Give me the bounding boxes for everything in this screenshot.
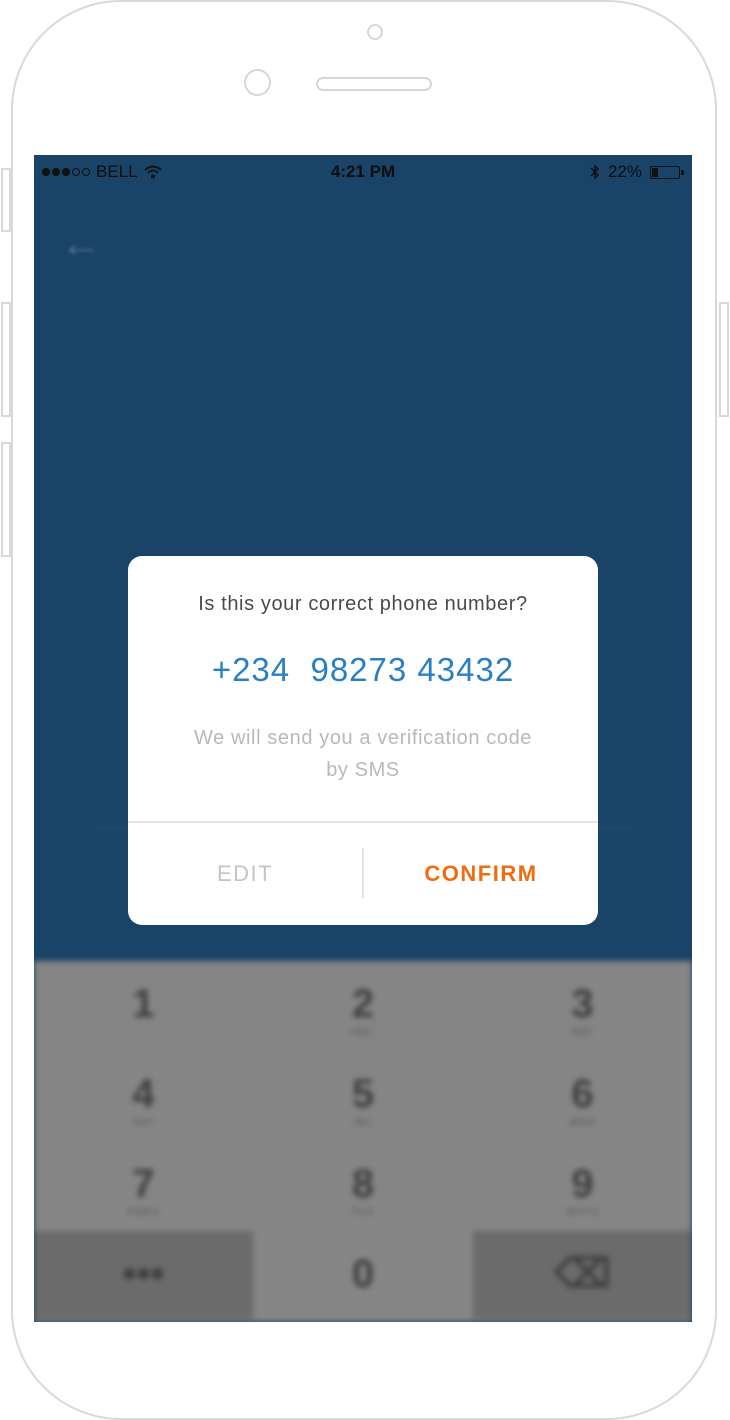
confirm-button[interactable]: CONFIRM xyxy=(364,823,598,925)
key-digit: ⌫ xyxy=(554,1252,611,1296)
keypad-key-11[interactable]: 0 xyxy=(254,1231,473,1319)
key-letters: WXYZ xyxy=(566,1207,599,1218)
key-digit: 5 xyxy=(351,1072,375,1116)
key-digit: 8 xyxy=(351,1162,375,1206)
keypad-key-8[interactable]: 8 TUV xyxy=(254,1141,473,1229)
key-digit: 7 xyxy=(132,1162,155,1206)
speaker-grille xyxy=(316,77,432,91)
dialog-question: Is this your correct phone number? xyxy=(198,593,528,615)
keypad-key-12[interactable]: ⌫ xyxy=(473,1231,692,1319)
status-right: 22% xyxy=(590,162,684,182)
volume-down-button xyxy=(1,442,11,557)
keypad-key-6[interactable]: 6 MNO xyxy=(473,1051,692,1139)
key-digit: 2 xyxy=(351,982,375,1026)
key-letters: ABC xyxy=(351,1027,375,1038)
front-sensor xyxy=(244,69,271,96)
key-letters: TUV xyxy=(351,1207,375,1218)
phone-number: +234 98273 43432 xyxy=(211,651,515,688)
keypad-key-2[interactable]: 2 ABC xyxy=(254,961,473,1049)
keypad-key-3[interactable]: 3 DEF xyxy=(473,961,692,1049)
key-digit: ••• xyxy=(122,1252,165,1296)
key-digit: 0 xyxy=(351,1252,375,1296)
bluetooth-icon xyxy=(590,164,600,180)
key-letters: JKL xyxy=(352,1117,374,1128)
key-digit: 3 xyxy=(571,982,594,1026)
key-letters: GHI xyxy=(133,1117,154,1128)
status-bar: BELL 4:21 PM 22% xyxy=(34,155,692,189)
key-digit: 6 xyxy=(571,1072,594,1116)
battery-percent: 22% xyxy=(607,162,642,181)
power-button xyxy=(719,302,729,417)
keypad-key-7[interactable]: 7 PQRS xyxy=(34,1141,253,1229)
key-letters: PQRS xyxy=(127,1207,160,1218)
battery-icon xyxy=(650,165,684,179)
mute-switch xyxy=(1,168,11,232)
key-digit: 4 xyxy=(132,1072,155,1116)
keypad-key-1[interactable]: 1 xyxy=(34,961,253,1049)
key-letters: MNO xyxy=(569,1117,596,1128)
keypad-key-10[interactable]: ••• xyxy=(34,1231,253,1319)
keypad-key-4[interactable]: 4 GHI xyxy=(34,1051,253,1139)
verification-note: We will send you a verification code by … xyxy=(193,727,533,781)
key-digit: 9 xyxy=(571,1162,594,1206)
volume-up-button xyxy=(1,302,11,417)
arrow-left-icon[interactable]: ← xyxy=(60,220,110,266)
keypad-key-9[interactable]: 9 WXYZ xyxy=(473,1141,692,1229)
numeric-keypad: 1 2 ABC 3 DEF 4 GHI 5 JKL 6 MNO 7 PQRS 8 TUV 9 WXYZ ••• 0 ⌫ xyxy=(34,961,692,1322)
key-digit: 1 xyxy=(132,982,155,1026)
camera xyxy=(367,24,383,40)
battery-level xyxy=(652,167,658,177)
key-letters: DEF xyxy=(571,1027,594,1038)
edit-button[interactable]: EDIT xyxy=(128,823,362,925)
confirm-phone-dialog: Is this your correct phone number? +234 … xyxy=(128,556,598,925)
keypad-key-5[interactable]: 5 JKL xyxy=(254,1051,473,1139)
